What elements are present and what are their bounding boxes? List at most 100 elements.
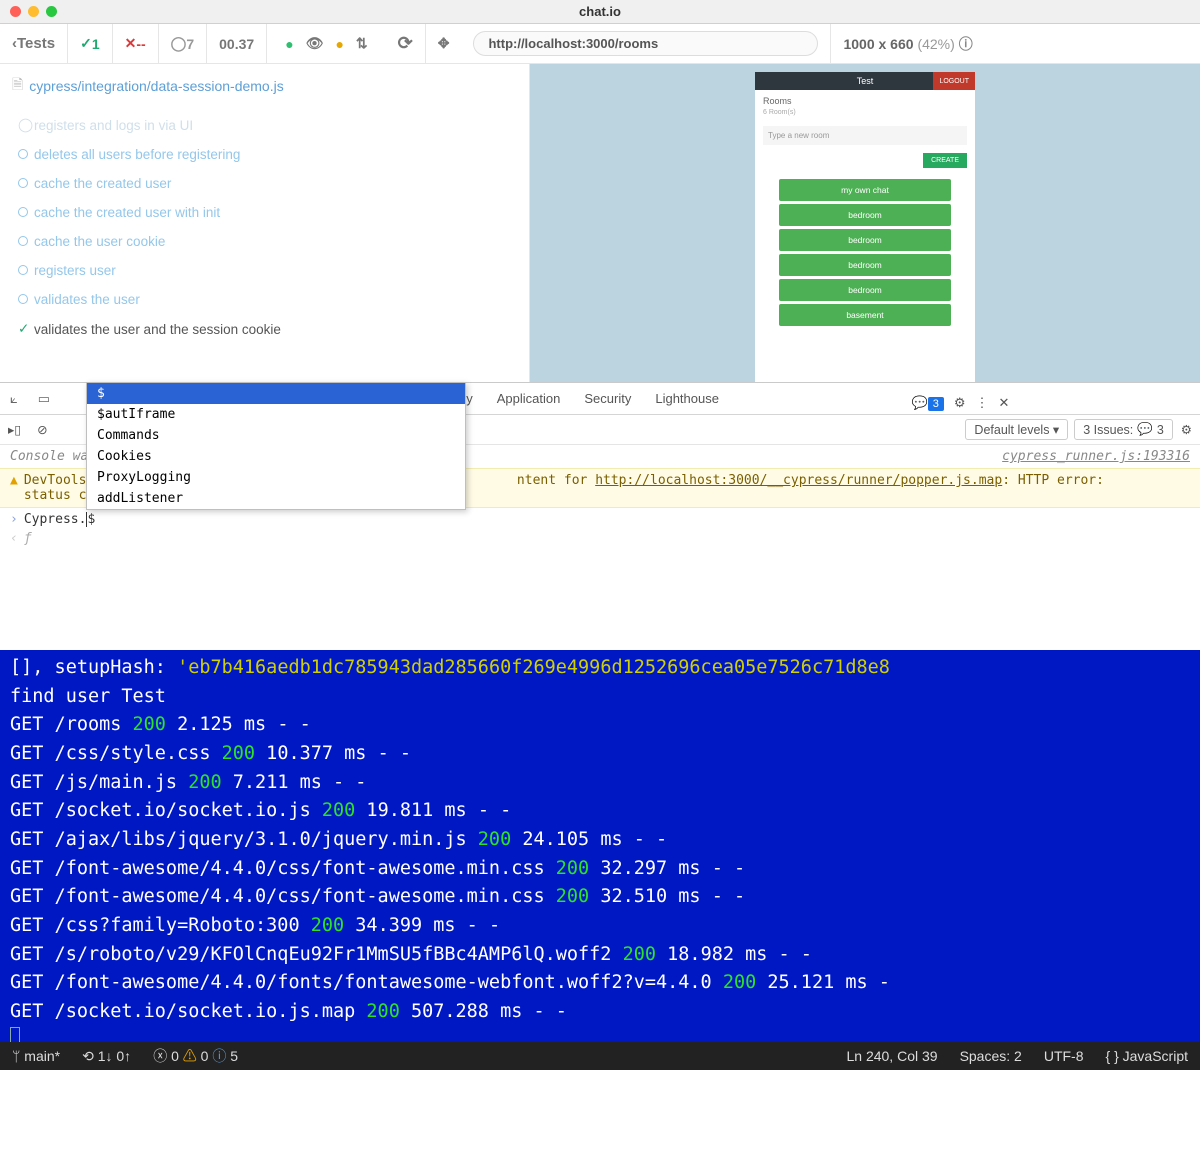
pending-icon [18, 205, 34, 220]
pending-icon [18, 234, 34, 249]
test-reporter: 🗎 cypress/integration/data-session-demo.… [0, 64, 530, 382]
eye-icon[interactable]: 👁 [306, 35, 324, 52]
test-label: cache the created user with init [34, 205, 220, 220]
create-room-button[interactable]: CREATE [923, 153, 967, 168]
test-row[interactable]: validates the user [18, 285, 511, 314]
problems[interactable]: ⓧ 0 ⚠ 0 ⓘ 5 [153, 1046, 238, 1066]
check-icon: ✓ [18, 321, 34, 337]
console-prompt[interactable]: ›Cypress.$ [0, 508, 1200, 531]
test-row[interactable]: registers user [18, 256, 511, 285]
reload-button[interactable]: ⟳ [386, 24, 426, 63]
dot-pause-icon: ● [335, 36, 343, 52]
language-mode[interactable]: { } JavaScript [1106, 1048, 1189, 1064]
pending-icon [18, 176, 34, 191]
room-item[interactable]: basement [779, 304, 951, 326]
rooms-heading: Rooms 6 Room(s) [755, 90, 975, 122]
test-label: deletes all users before registering [34, 147, 240, 162]
logout-button[interactable]: LOGOUT [933, 72, 975, 90]
tab-security[interactable]: Security [572, 383, 643, 414]
app-under-test[interactable]: Test LOGOUT Rooms 6 Room(s) Type a new r… [755, 72, 975, 382]
room-item[interactable]: bedroom [779, 204, 951, 226]
minimize-window-icon[interactable] [28, 6, 39, 17]
test-row[interactable]: cache the user cookie [18, 227, 511, 256]
test-row[interactable]: ✓ validates the user and the session coo… [18, 314, 511, 344]
maximize-window-icon[interactable] [46, 6, 57, 17]
encoding[interactable]: UTF-8 [1044, 1048, 1084, 1064]
back-to-tests-button[interactable]: ‹ Tests [0, 24, 68, 63]
tests-passed-count: ✓ 1 [68, 24, 113, 63]
url-input[interactable]: http://localhost:3000/rooms [473, 31, 818, 56]
warning-icon: ▲ [10, 473, 18, 488]
tests-failed-count: ✕ -- [113, 24, 159, 63]
pending-icon [18, 292, 34, 307]
autocomplete-item[interactable]: Commands [87, 425, 465, 446]
pending-icon: ◯ [18, 117, 34, 133]
terminal[interactable]: [], setupHash: 'eb7b416aedb1dc785943dad2… [0, 650, 1200, 1042]
test-label: validates the user and the session cooki… [34, 322, 281, 337]
test-label: cache the created user [34, 176, 171, 191]
device-toolbar-icon[interactable]: ▭ [28, 391, 60, 407]
spec-file-path[interactable]: 🗎 cypress/integration/data-session-demo.… [0, 64, 529, 108]
log-level-select[interactable]: Default levels ▾ [965, 419, 1068, 440]
close-window-icon[interactable] [10, 6, 21, 17]
editor-statusbar: ᛘ main* ⟲ 1↓ 0↑ ⓧ 0 ⚠ 0 ⓘ 5 Ln 240, Col … [0, 1042, 1200, 1070]
close-icon[interactable]: ✕ [999, 395, 1010, 411]
room-item[interactable]: bedroom [779, 279, 951, 301]
messages-badge[interactable]: 💬3 [912, 395, 944, 411]
test-label: registers user [34, 263, 116, 278]
console-return-preview: ‹ƒ [0, 531, 1200, 546]
app-header: Test LOGOUT [755, 72, 975, 90]
inspect-element-icon[interactable]: ⟀ [0, 391, 28, 407]
play-icon[interactable]: ▸▯ [0, 422, 29, 437]
room-item[interactable]: bedroom [779, 254, 951, 276]
issues-button[interactable]: 3 Issues: 💬3 [1074, 419, 1173, 440]
cursor-position[interactable]: Ln 240, Col 39 [846, 1048, 937, 1064]
autocomplete-item[interactable]: Cookies [87, 446, 465, 467]
source-link[interactable]: cypress_runner.js:193316 [1002, 449, 1190, 464]
autocomplete-item[interactable]: $ [87, 383, 465, 404]
source-map-link[interactable]: http://localhost:3000/__cypress/runner/p… [595, 473, 1002, 488]
app-title: Test [857, 76, 874, 86]
chevron-left-icon: ‹ [10, 531, 18, 546]
window-title: chat.io [579, 4, 621, 19]
autocomplete-item[interactable]: $autIframe [87, 404, 465, 425]
test-row[interactable]: deletes all users before registering [18, 140, 511, 169]
cypress-toolbar: ‹ Tests ✓ 1 ✕ -- ◯ 7 00.37 ● 👁 ● ⇅ ⟳ ✥ h… [0, 24, 1200, 64]
new-room-input[interactable]: Type a new room [763, 126, 967, 145]
window-titlebar: chat.io [0, 0, 1200, 24]
test-row[interactable]: cache the created user with init [18, 198, 511, 227]
test-row[interactable]: ◯ registers and logs in via UI [18, 110, 511, 140]
file-icon: 🗎 [12, 74, 23, 98]
aut-preview: Test LOGOUT Rooms 6 Room(s) Type a new r… [530, 64, 1200, 382]
tab-application[interactable]: Application [485, 383, 573, 414]
viewport-display: 1000 x 660 (42%) ⓘ [831, 24, 984, 63]
test-label: cache the user cookie [34, 234, 165, 249]
test-label: registers and logs in via UI [34, 118, 193, 133]
tab-lighthouse[interactable]: Lighthouse [643, 383, 731, 414]
test-duration: 00.37 [207, 24, 267, 63]
git-branch[interactable]: ᛘ main* [12, 1048, 60, 1064]
indent-setting[interactable]: Spaces: 2 [960, 1048, 1022, 1064]
chevron-right-icon: › [10, 512, 18, 527]
info-icon[interactable]: ⓘ [959, 34, 973, 54]
pending-icon [18, 147, 34, 162]
room-item[interactable]: my own chat [779, 179, 951, 201]
clear-console-icon[interactable]: ⊘ [29, 422, 55, 437]
test-label: validates the user [34, 292, 140, 307]
sort-icon[interactable]: ⇅ [356, 35, 368, 52]
autocomplete-item[interactable]: ProxyLogging [87, 467, 465, 488]
tests-pending-count: ◯ 7 [159, 24, 207, 63]
more-icon[interactable]: ⋮ [976, 395, 989, 411]
test-row[interactable]: cache the created user [18, 169, 511, 198]
autocomplete-item[interactable]: addListener [87, 488, 465, 509]
back-label: Tests [17, 35, 55, 52]
gear-icon[interactable]: ⚙ [954, 395, 966, 411]
git-sync[interactable]: ⟲ 1↓ 0↑ [82, 1048, 131, 1065]
room-item[interactable]: bedroom [779, 229, 951, 251]
dot-running-icon: ● [285, 36, 293, 52]
autocomplete-popup[interactable]: $$autIframeCommandsCookiesProxyLoggingad… [86, 382, 466, 510]
selector-playground-button[interactable]: ✥ [426, 24, 462, 63]
console-settings-icon[interactable]: ⚙ [1173, 422, 1200, 437]
runner-controls: ● 👁 ● ⇅ [267, 24, 385, 63]
url-bar: http://localhost:3000/rooms [461, 24, 831, 63]
